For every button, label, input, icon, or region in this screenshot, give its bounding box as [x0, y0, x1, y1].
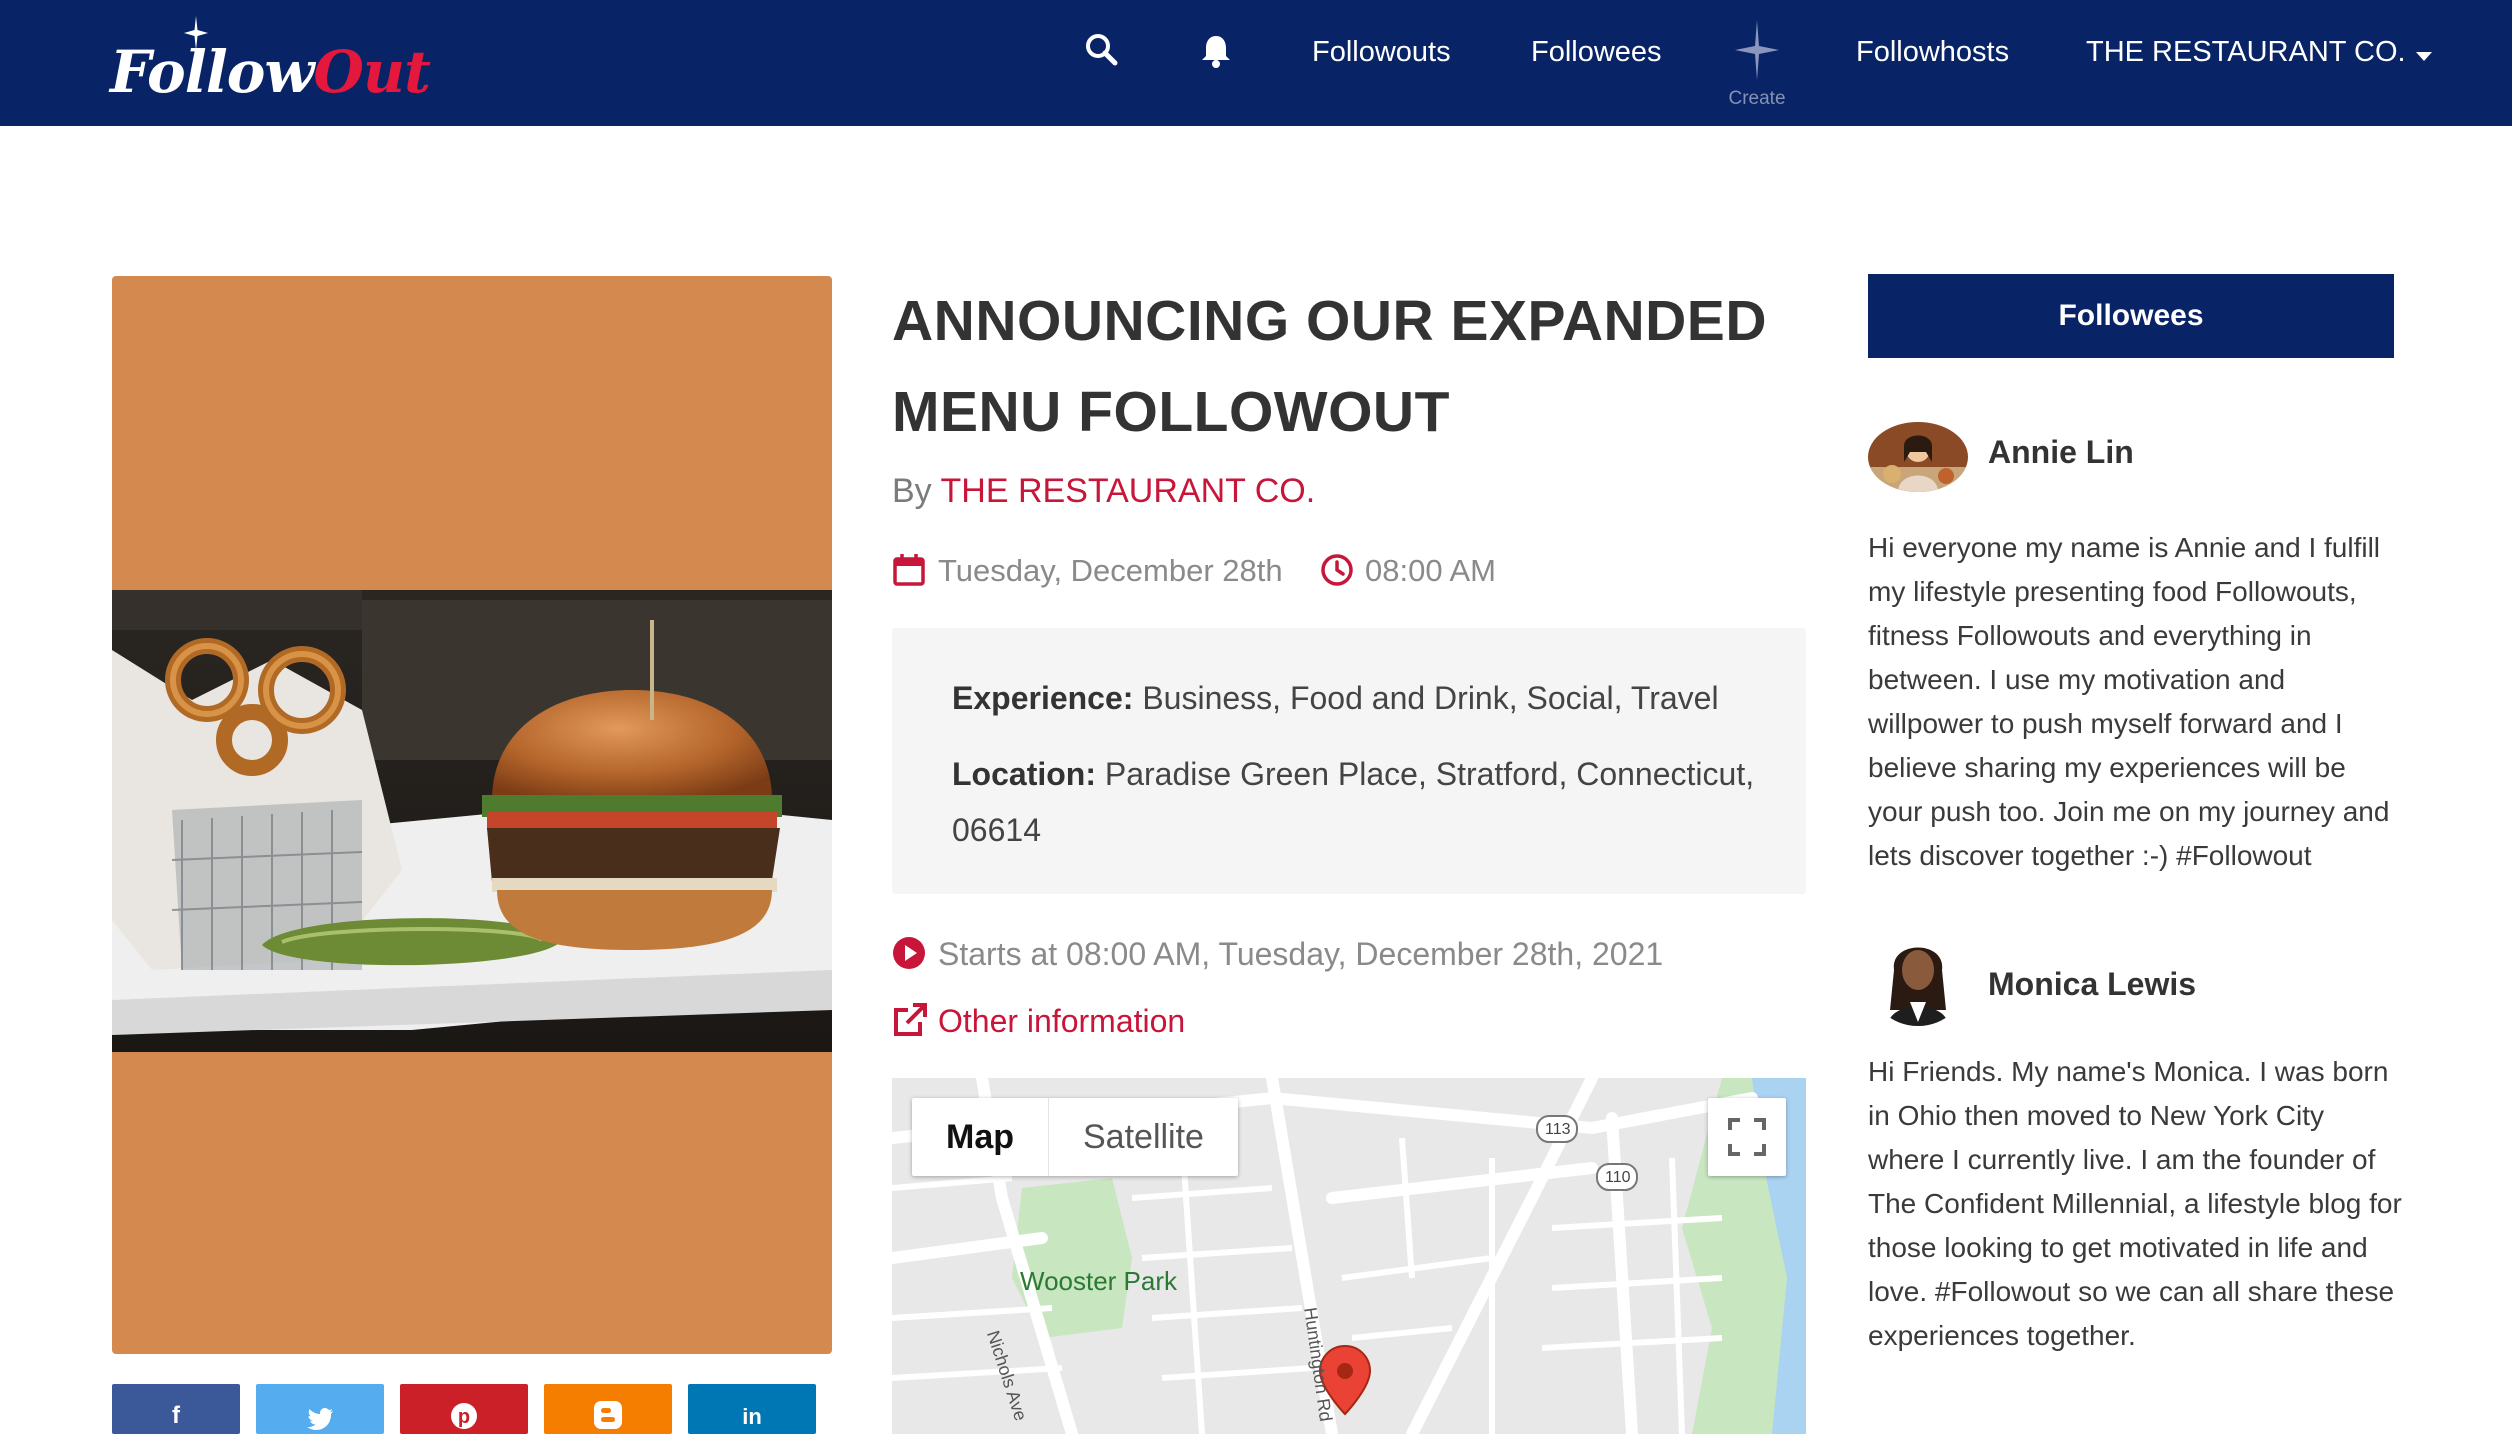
pinterest-share-button[interactable]: p [400, 1384, 528, 1434]
svg-text:p: p [458, 1406, 470, 1428]
nav-followouts[interactable]: Followouts [1312, 30, 1451, 74]
create-button[interactable]: Create [1722, 16, 1792, 116]
followees-header[interactable]: Followees [1868, 274, 2394, 358]
sparkle-icon [1735, 20, 1779, 80]
location-map[interactable]: 113 110 Wooster Park Nichols Ave Hunting… [892, 1078, 1806, 1434]
followee-name[interactable]: Monica Lewis [1988, 966, 2196, 1003]
location-label: Location: [952, 756, 1096, 792]
fullscreen-icon [1728, 1118, 1766, 1156]
avatar[interactable] [1868, 422, 1968, 492]
external-link-icon [894, 1003, 927, 1036]
event-title: ANNOUNCING OUR EXPANDED MENU FOLLOWOUT [892, 289, 1767, 444]
event-info-box: Experience: Business, Food and Drink, So… [892, 628, 1806, 894]
experience-value: Business, Food and Drink, Social, Travel [1142, 680, 1719, 716]
logo-text-white: Follow [110, 38, 314, 106]
starts-text: Starts at 08:00 AM, Tuesday, December 28… [938, 936, 1664, 972]
top-navbar: FollowOut Followouts Followees Create Fo… [0, 0, 2512, 126]
search-icon[interactable] [1082, 30, 1122, 70]
blogger-share-button[interactable] [544, 1384, 672, 1434]
create-label: Create [1728, 88, 1786, 109]
event-date: Tuesday, December 28th [938, 553, 1283, 588]
avatar[interactable] [1868, 930, 1968, 1026]
followee-name[interactable]: Annie Lin [1988, 434, 2134, 471]
clock-icon [1321, 554, 1353, 586]
followee-bio: Hi Friends. My name's Monica. I was born… [1868, 1056, 2402, 1351]
fullscreen-button[interactable] [1708, 1098, 1786, 1176]
account-label: THE RESTAURANT CO. [2086, 36, 2406, 68]
twitter-share-button[interactable] [256, 1384, 384, 1434]
burger-photo [112, 590, 832, 1052]
followee-card: Monica Lewis Hi Friends. My name's Monic… [1868, 930, 2402, 1351]
other-information-label: Other information [938, 1003, 1186, 1039]
account-menu[interactable]: THE RESTAURANT CO. [2086, 30, 2432, 74]
satellite-view-button[interactable]: Satellite [1049, 1098, 1238, 1176]
host-link[interactable]: THE RESTAURANT CO. [941, 472, 1316, 510]
bell-icon[interactable] [1196, 30, 1236, 70]
followee-card: Annie Lin Hi everyone my name is Annie a… [1868, 422, 2394, 882]
twitter-icon [307, 1408, 333, 1430]
map-type-toggle: Map Satellite [912, 1098, 1238, 1176]
experience-label: Experience: [952, 680, 1134, 716]
linkedin-share-button[interactable]: in [688, 1384, 816, 1434]
followee-bio: Hi everyone my name is Annie and I fulfi… [1868, 532, 2390, 871]
route-113-label: 113 [1545, 1121, 1571, 1138]
monica-avatar-image [1868, 930, 1968, 1026]
by-prefix: By [892, 472, 932, 510]
event-time: 08:00 AM [1365, 553, 1496, 588]
nav-followees[interactable]: Followees [1531, 30, 1662, 74]
facebook-icon: f [172, 1402, 180, 1429]
nav-followhosts[interactable]: Followhosts [1856, 30, 2009, 74]
event-image [112, 276, 832, 1354]
pinterest-icon: p [451, 1403, 477, 1429]
caret-down-icon [2415, 52, 2432, 61]
annie-avatar-image [1868, 422, 1968, 492]
route-110-label: 110 [1605, 1169, 1631, 1186]
followout-logo[interactable]: FollowOut [110, 16, 431, 106]
logo-text-red: Out [313, 38, 430, 106]
experience-line: Experience: Business, Food and Drink, So… [952, 670, 1772, 726]
facebook-share-button[interactable]: f [112, 1384, 240, 1434]
map-view-button[interactable]: Map [912, 1098, 1049, 1176]
event-byline: By THE RESTAURANT CO. [892, 472, 1315, 511]
wooster-park-label: Wooster Park [1020, 1266, 1178, 1296]
logo-text: FollowOut [110, 38, 431, 106]
play-circle-icon [893, 937, 925, 969]
location-line: Location: Paradise Green Place, Stratfor… [952, 746, 1772, 858]
blogger-icon [594, 1401, 622, 1429]
calendar-icon [893, 554, 925, 586]
linkedin-icon: in [742, 1404, 762, 1429]
